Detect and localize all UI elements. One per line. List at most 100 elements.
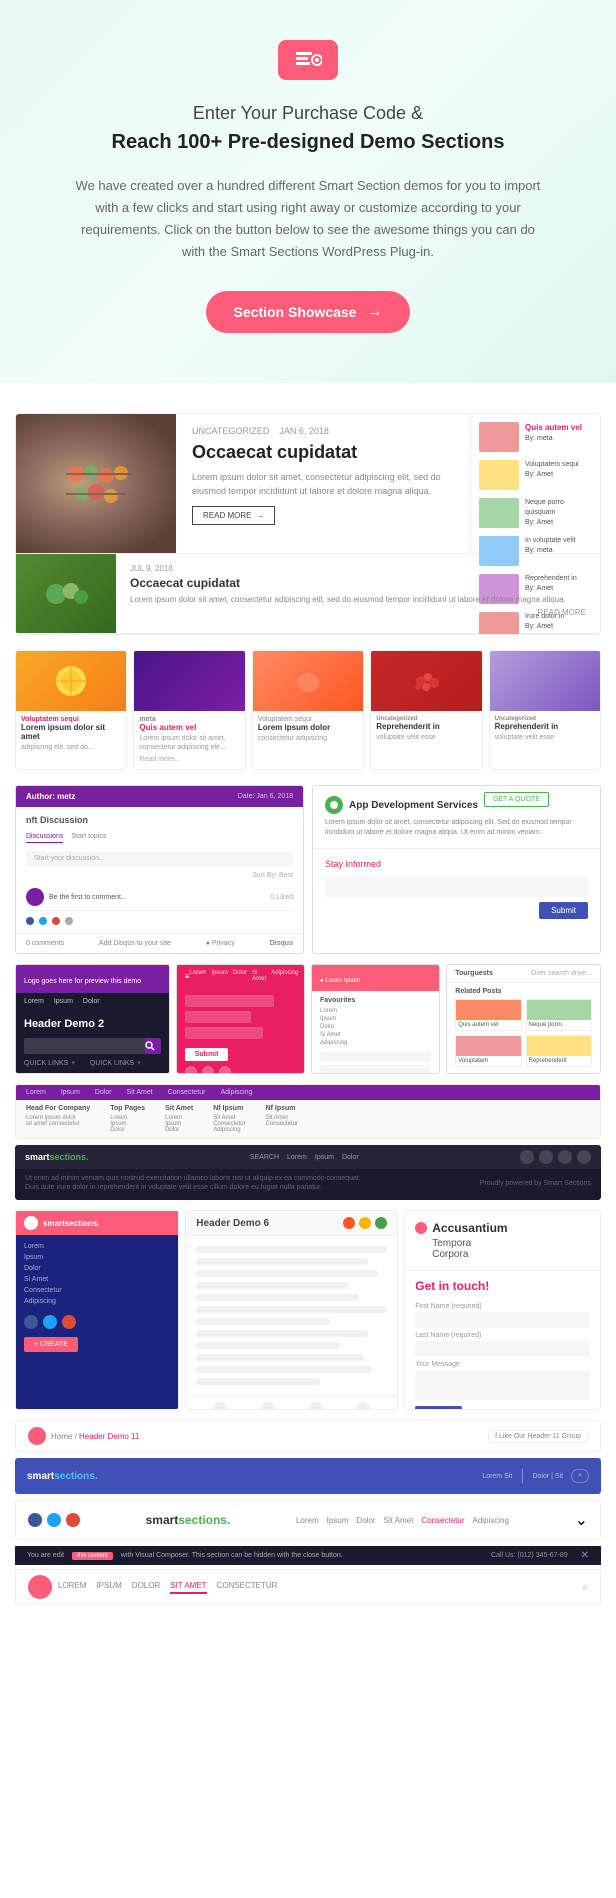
hero-description: We have created over a hundred different…	[68, 175, 548, 263]
create-button[interactable]: + CREATE	[24, 1337, 78, 1352]
google-icon	[62, 1315, 76, 1329]
blog-sidebar: Quis autem velBy: meta Voluptatem sequiB…	[470, 414, 600, 553]
chevron-down-icon: ⌄	[575, 1510, 588, 1530]
contact-section: smartsections. Lorem Ipsum Dolor Si Amet…	[15, 1210, 601, 1410]
app-header: App Development Services GET A QUOTE Lor…	[313, 786, 600, 849]
app-email-input[interactable]	[325, 877, 588, 897]
fb-badge: f Like Our Header 11 Group	[488, 1430, 588, 1443]
twitter-icon	[47, 1513, 61, 1527]
app-submit-button[interactable]: Submit	[539, 902, 588, 919]
contact-icon	[415, 1222, 427, 1234]
blog-row-2-text: Lorem ipsum dolor sit amet, consectetur …	[130, 594, 586, 605]
card-image	[490, 651, 600, 711]
send-button[interactable]: Send	[415, 1406, 462, 1410]
nav-items: Lorem Ipsum Dolor Sit Amet Consectetur A…	[296, 1516, 509, 1525]
forum-item: Be the first to comment... 0 Liked	[26, 884, 293, 911]
arrow-icon: →	[366, 303, 382, 321]
blog-card: Uncategorized Reprehenderit in voluptate…	[489, 650, 601, 770]
twitter-icon	[43, 1315, 57, 1329]
blog-card: Voluptatem sequi Lorem ipsum dolor conse…	[252, 650, 364, 770]
facebook-icon	[520, 1150, 534, 1164]
nav-bar-smart: smartsections. Lorem Sit | Dolor | Sit ⌕	[15, 1458, 601, 1494]
forum-icons	[26, 917, 293, 925]
forum-tab[interactable]: Discussions	[26, 831, 63, 843]
hero-icon	[278, 40, 338, 80]
blog-post-title: Occaecat cupidatat	[192, 442, 454, 463]
sidebar-item: Quis autem velBy: meta	[479, 422, 592, 452]
social-icons	[28, 1513, 80, 1527]
nav-bar-breadcrumb: Home / Header Demo 11 f Like Our Header …	[15, 1420, 601, 1452]
delete-button[interactable]: ✕	[568, 1409, 590, 1411]
footer-social-icons	[520, 1150, 591, 1164]
brand-name: smartsections.	[27, 1471, 98, 1482]
nav-icon	[309, 1402, 323, 1410]
search-icon-pill[interactable]: ⌕	[571, 1469, 589, 1483]
instagram-icon	[577, 1150, 591, 1164]
blog-card: Uncategorized Reprehenderit in voluptate…	[370, 650, 482, 770]
app-form: Stay Informed Submit	[313, 849, 600, 912]
facebook-icon	[26, 917, 34, 925]
app-icon	[325, 796, 343, 814]
blog-row-2: JUL 9, 2018 Occaecat cupidatat Lorem ips…	[16, 554, 600, 634]
last-name-input[interactable]	[415, 1341, 590, 1357]
header-demo-food-grid: Tourguests Over search drive... Related …	[446, 964, 601, 1074]
twitter-icon	[539, 1150, 553, 1164]
get-quote-button[interactable]: GET A QUOTE	[484, 792, 549, 807]
header-pink-button[interactable]: Submit	[185, 1048, 229, 1061]
logo-icon	[24, 1216, 38, 1230]
google-icon	[558, 1150, 572, 1164]
showcase-area: UNCATEGORIZED JAN 6, 2018 Occaecat cupid…	[0, 383, 616, 1635]
first-name-input[interactable]	[415, 1312, 590, 1328]
header-demo-2-title: Header Demo 2	[24, 1018, 161, 1030]
sidebar-thumb	[479, 498, 519, 528]
contact-right-mockup: Accusantium Tempora Corpora Get in touch…	[404, 1210, 601, 1410]
nav-bar-social: smartsections. Lorem Ipsum Dolor Sit Ame…	[15, 1500, 601, 1540]
forum-appdev-row: Author: metz Date: Jan 6, 2018 nft Discu…	[15, 785, 601, 954]
footer-credit: Proudly powered by Smart Sections	[480, 1180, 591, 1187]
blog-content: UNCATEGORIZED JAN 6, 2018 Occaecat cupid…	[176, 414, 470, 553]
hm1-nav: Lorem Ipsum Dolor	[16, 993, 169, 1010]
footers-row: Lorem Ipsum Dolor Sit Amet Consectetur A…	[15, 1084, 601, 1200]
read-more-button[interactable]: READ MORE →	[192, 506, 275, 525]
forum-tab[interactable]: Start topics	[71, 831, 106, 843]
brand-icon	[28, 1575, 52, 1599]
close-icon[interactable]: ✕	[581, 1550, 589, 1561]
contact-left-mockup: smartsections. Lorem Ipsum Dolor Si Amet…	[15, 1210, 179, 1410]
blog-cards-row: Voluptatem sequi Lorem ipsum dolor sit a…	[15, 650, 601, 770]
food-grid-item: Quis autem vel	[455, 999, 521, 1031]
blog-row-2-title: Occaecat cupidatat	[130, 576, 586, 590]
blog-card: Voluptatem sequi Lorem ipsum dolor sit a…	[15, 650, 127, 770]
facebook-icon	[24, 1315, 38, 1329]
header-demo-form: ● Lorem Ipsum Favourites Lorem Ipsum Dol…	[311, 964, 440, 1074]
section-showcase-button[interactable]: Section Showcase →	[206, 291, 411, 333]
header-demo-6: Header Demo 6	[185, 1210, 398, 1410]
blog-card: meta Quis autem vel Lorem ipsum dolor si…	[133, 650, 245, 770]
forum-mockup: Author: metz Date: Jan 6, 2018 nft Discu…	[15, 785, 304, 954]
twitter-icon	[39, 917, 47, 925]
nav-items: LOREM IPSUM DOLOR SIT AMET CONSECTETUR	[58, 1581, 277, 1594]
search-icon[interactable]: ⌕	[582, 1582, 588, 1593]
read-more-link[interactable]: READ MORE	[538, 608, 586, 617]
blog-main-image	[16, 414, 176, 553]
search-icon[interactable]	[145, 1038, 161, 1054]
admin-bar: You are edit this content with Visual Co…	[15, 1546, 601, 1565]
form-input[interactable]	[320, 1052, 431, 1062]
forum-avatar	[26, 888, 44, 906]
footer-mockup-2: smartsections. SEARCH Lorem Ipsum Dolor	[15, 1145, 601, 1200]
food-grid-item: Voluptatem	[455, 1035, 521, 1067]
message-input[interactable]	[415, 1370, 590, 1400]
headers-row: Logo goes here for preview this demo Lor…	[15, 964, 601, 1074]
more-icon	[65, 917, 73, 925]
brand-icon	[28, 1427, 46, 1445]
card-image	[16, 651, 126, 711]
header-demo-pink: ≡ Lorem Ipsum Dolor Si Amet Adipiscing S…	[176, 964, 305, 1074]
header-search	[24, 1038, 161, 1054]
footer-mockup-1: Lorem Ipsum Dolor Sit Amet Consectetur A…	[15, 1084, 601, 1139]
footer-nav: SEARCH Lorem Ipsum Dolor	[250, 1154, 359, 1161]
nav-icon	[213, 1402, 227, 1410]
card-image	[371, 651, 481, 711]
sidebar-thumb	[479, 422, 519, 452]
form-input[interactable]	[320, 1065, 431, 1074]
forum-search[interactable]: Start your discussion...	[26, 851, 293, 866]
blog-row-1: UNCATEGORIZED JAN 6, 2018 Occaecat cupid…	[16, 414, 600, 554]
